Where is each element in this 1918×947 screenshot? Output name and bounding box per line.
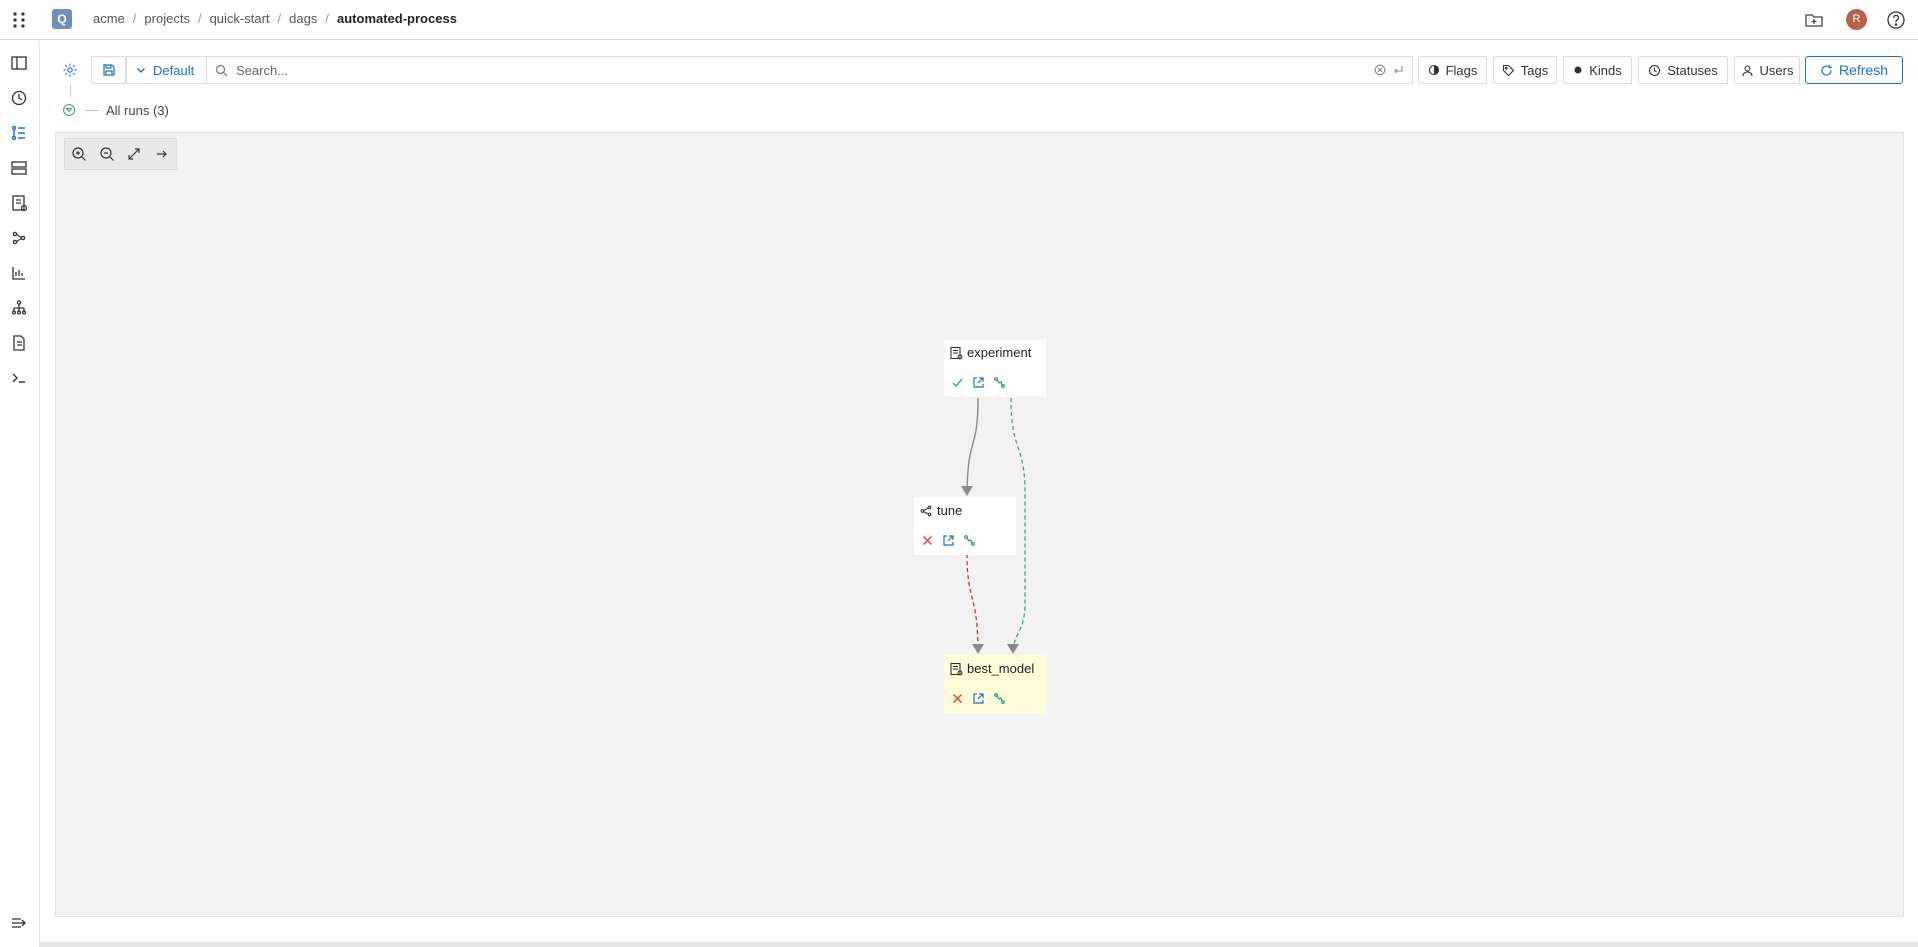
- node-title: tune: [937, 503, 963, 518]
- sidebar: [0, 41, 40, 947]
- app-root: Q acme / projects / quick-start / dags /…: [0, 0, 1918, 947]
- breadcrumb-separator: /: [325, 11, 329, 26]
- breadcrumb-item-projects[interactable]: projects: [144, 11, 190, 26]
- settings-button[interactable]: [55, 56, 85, 84]
- lineage-icon[interactable]: [962, 533, 977, 548]
- flags-filter-button[interactable]: Flags: [1418, 56, 1487, 84]
- breadcrumb-separator: /: [132, 11, 137, 26]
- preset-label: Default: [153, 62, 195, 78]
- breadcrumb-item-current: automated-process: [337, 11, 457, 26]
- kind-dot-icon: [1574, 66, 1582, 74]
- preset-dropdown[interactable]: Default: [126, 56, 206, 84]
- filter-icon[interactable]: [62, 103, 76, 117]
- refresh-icon: [1821, 64, 1832, 76]
- user-icon: [1741, 64, 1753, 76]
- edge-tune-best-model: [966, 553, 979, 654]
- sidebar-item-checks[interactable]: [9, 193, 29, 213]
- tags-filter-button[interactable]: Tags: [1493, 56, 1557, 84]
- open-external-icon[interactable]: [971, 691, 986, 706]
- breadcrumb-separator: /: [197, 11, 202, 26]
- search-toolbar: Default Flags Tags Kinds Statuses: [55, 56, 1904, 84]
- dag-node-tune[interactable]: tune: [914, 497, 1016, 555]
- open-external-icon[interactable]: [971, 375, 986, 390]
- operation-icon: [950, 346, 963, 360]
- app-logo[interactable]: Q: [52, 9, 72, 29]
- clear-search-icon[interactable]: [1374, 64, 1386, 76]
- tags-label: Tags: [1520, 62, 1549, 78]
- lineage-icon[interactable]: [992, 691, 1007, 706]
- sidebar-item-pipelines[interactable]: [9, 228, 29, 248]
- filter-connector: [86, 109, 98, 111]
- dag-node-experiment[interactable]: experiment: [944, 339, 1046, 397]
- save-icon: [102, 64, 115, 76]
- open-external-icon[interactable]: [941, 533, 956, 548]
- help-icon[interactable]: [1886, 10, 1906, 30]
- enter-search-icon[interactable]: [1392, 64, 1404, 76]
- operation-icon: [950, 662, 963, 676]
- breadcrumb-item-project[interactable]: quick-start: [210, 11, 270, 26]
- search-icon: [215, 64, 228, 76]
- top-header: Q acme / projects / quick-start / dags /…: [0, 0, 1918, 40]
- arrow-head: [972, 644, 984, 654]
- arrow-head: [961, 486, 973, 496]
- tag-icon: [1502, 64, 1515, 76]
- chevron-down-icon: [137, 68, 145, 73]
- sidebar-expand-icon[interactable]: [9, 913, 29, 933]
- statuses-filter-button[interactable]: Statuses: [1638, 56, 1728, 84]
- sidebar-item-history[interactable]: [9, 88, 29, 108]
- apps-menu-icon[interactable]: [10, 9, 28, 31]
- folder-icon[interactable]: [1804, 10, 1824, 30]
- avatar[interactable]: R: [1846, 9, 1867, 30]
- sidebar-item-terminal[interactable]: [9, 368, 29, 388]
- arrow-head: [1007, 644, 1019, 654]
- users-label: Users: [1759, 62, 1794, 78]
- breadcrumb: acme / projects / quick-start / dags / a…: [93, 11, 457, 26]
- clock-icon: [1649, 64, 1661, 76]
- sidebar-item-docs[interactable]: [9, 333, 29, 353]
- statuses-label: Statuses: [1667, 62, 1718, 78]
- refresh-button[interactable]: Refresh: [1805, 56, 1903, 84]
- breadcrumb-item-dags[interactable]: dags: [289, 11, 317, 26]
- sidebar-item-dags[interactable]: [9, 123, 29, 143]
- search-input[interactable]: [236, 58, 1374, 82]
- flag-icon: [1428, 64, 1439, 76]
- runs-filter-row: All runs (3): [62, 100, 169, 120]
- search-box: [206, 56, 1413, 84]
- breadcrumb-separator: /: [277, 11, 282, 26]
- filter-tree-line: [70, 84, 71, 98]
- users-filter-button[interactable]: Users: [1734, 56, 1800, 84]
- sidebar-item-hierarchy[interactable]: [9, 298, 29, 318]
- failed-icon: [950, 691, 965, 706]
- breadcrumb-item-org[interactable]: acme: [93, 11, 125, 26]
- dag-canvas[interactable]: experiment tune best_model: [55, 132, 1904, 917]
- failed-icon: [920, 533, 935, 548]
- kinds-filter-button[interactable]: Kinds: [1563, 56, 1632, 84]
- sidebar-item-analytics[interactable]: [9, 263, 29, 283]
- lineage-icon[interactable]: [992, 375, 1007, 390]
- node-title: best_model: [967, 661, 1035, 676]
- flags-label: Flags: [1445, 62, 1478, 78]
- dag-node-best-model[interactable]: best_model: [944, 655, 1046, 713]
- refresh-label: Refresh: [1838, 62, 1889, 78]
- node-title: experiment: [967, 345, 1032, 360]
- success-icon: [950, 375, 965, 390]
- save-search-button[interactable]: [91, 56, 126, 84]
- sidebar-item-overview[interactable]: [9, 53, 29, 73]
- bottom-scrollbar[interactable]: [40, 942, 1918, 947]
- matrix-icon: [920, 505, 932, 516]
- sidebar-item-runs[interactable]: [9, 158, 29, 178]
- gear-icon: [63, 63, 77, 77]
- edge-experiment-tune: [966, 397, 979, 494]
- kinds-label: Kinds: [1589, 62, 1622, 78]
- all-runs-label[interactable]: All runs (3): [106, 103, 169, 118]
